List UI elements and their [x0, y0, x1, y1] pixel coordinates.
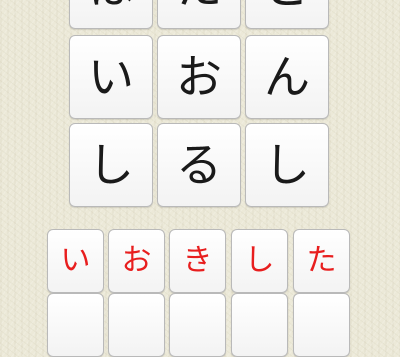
answer-tile[interactable]: き	[169, 229, 226, 293]
board-tile[interactable]: は	[69, 0, 153, 29]
answer-tile[interactable]: い	[47, 229, 104, 293]
board-tile[interactable]: ど	[245, 0, 329, 29]
board-tile[interactable]: ん	[245, 35, 329, 119]
answer-tile[interactable]: し	[231, 229, 288, 293]
board-tile[interactable]: し	[245, 123, 329, 207]
answer-tile[interactable]	[169, 293, 226, 357]
answer-tile[interactable]: お	[108, 229, 165, 293]
answer-tile[interactable]	[293, 293, 350, 357]
answer-tile[interactable]	[231, 293, 288, 357]
answer-tile[interactable]	[47, 293, 104, 357]
board-tile[interactable]: し	[69, 123, 153, 207]
answer-tile[interactable]	[108, 293, 165, 357]
board-tile[interactable]: い	[69, 35, 153, 119]
board-tile[interactable]: た	[157, 0, 241, 29]
board-tile[interactable]: る	[157, 123, 241, 207]
board-tile[interactable]: お	[157, 35, 241, 119]
answer-tile[interactable]: た	[293, 229, 350, 293]
